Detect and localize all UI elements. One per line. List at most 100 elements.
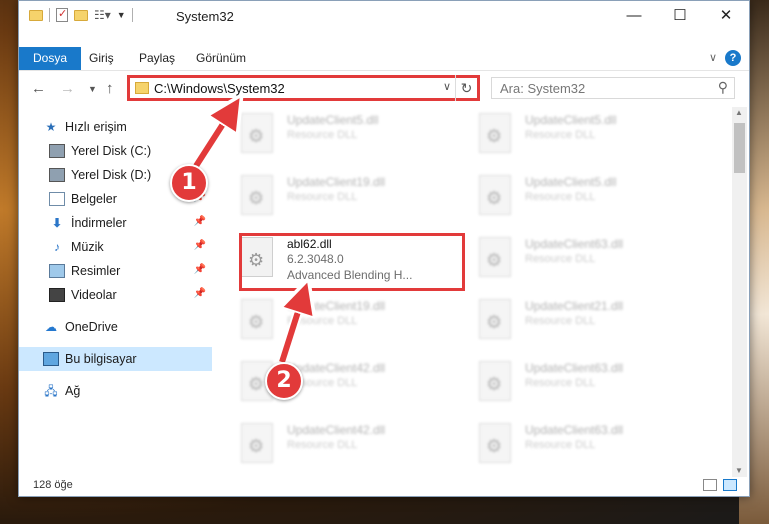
address-history-chevron-icon[interactable]: ∨ xyxy=(443,80,451,93)
sidebar-item-pictures[interactable]: Resimler 📌 xyxy=(19,259,212,283)
dll-file-icon xyxy=(479,237,511,277)
sidebar-item-label: OneDrive xyxy=(65,320,118,334)
file-name: UpdateClient5.dll xyxy=(525,113,617,127)
file-description: Resource DLL xyxy=(525,315,596,327)
tab-file[interactable]: Dosya xyxy=(19,47,82,70)
folder-icon xyxy=(29,9,43,21)
file-item[interactable]: UpdateClient42.dll Resource DLL xyxy=(219,417,419,467)
vertical-scrollbar[interactable]: ▲ ▼ xyxy=(732,107,747,477)
dll-file-icon xyxy=(479,361,511,401)
ribbon-tabs: Dosya Giriş Paylaş Görünüm ∨ ? xyxy=(19,47,749,70)
sidebar-item-label: Resimler xyxy=(71,264,121,278)
folder-icon xyxy=(135,82,149,94)
file-item[interactable]: UpdateClient5.dll Resource DLL xyxy=(457,107,657,167)
file-explorer-window: ☷▾ ▼ System32 — ☐ ✕ Dosya Giriş Paylaş G… xyxy=(18,0,750,497)
view-options-icon[interactable]: ☷▾ xyxy=(94,8,111,22)
item-count: 128 öğe xyxy=(33,479,73,491)
file-name: UpdateClient63.dll xyxy=(525,423,624,437)
file-item[interactable]: UpdateClient19.dll Resource DLL xyxy=(219,293,419,353)
sidebar-item-label: Bu bilgisayar xyxy=(65,352,137,366)
dll-file-icon xyxy=(241,299,273,339)
drive-icon xyxy=(49,144,65,158)
file-item[interactable]: UpdateClient21.dll Resource DLL xyxy=(457,293,657,353)
search-input[interactable]: Ara: System32 ⚲ xyxy=(491,77,735,99)
quick-access-toolbar: ☷▾ ▼ xyxy=(29,7,133,22)
properties-icon[interactable] xyxy=(56,7,68,22)
file-name: UpdateClient21.dll xyxy=(525,299,624,313)
forward-arrow-icon[interactable]: → xyxy=(60,80,75,97)
large-icons-view-icon[interactable] xyxy=(723,479,737,491)
file-name: UpdateClient63.dll xyxy=(525,237,624,251)
network-icon: 🖧 xyxy=(44,384,58,398)
sidebar-item-label: İndirmeler xyxy=(71,216,127,230)
file-description: Resource DLL xyxy=(287,315,358,327)
dll-file-icon xyxy=(241,175,273,215)
file-description: Resource DLL xyxy=(287,439,358,451)
callout-badge-2: 2 xyxy=(265,362,303,400)
sidebar-item-videos[interactable]: Videolar 📌 xyxy=(19,283,212,307)
file-name: UpdateClient5.dll xyxy=(525,175,617,189)
file-name: UpdateClient19.dll xyxy=(287,175,386,189)
search-icon: ⚲ xyxy=(717,79,728,95)
pictures-icon xyxy=(49,264,65,278)
file-description: Resource DLL xyxy=(525,253,596,265)
ribbon-divider xyxy=(19,70,749,71)
details-view-icon[interactable] xyxy=(703,479,717,491)
pin-icon[interactable]: 📌 xyxy=(194,216,206,227)
file-item[interactable]: UpdateClient63.dll Resource DLL xyxy=(457,355,657,415)
customize-toolbar-chevron-icon[interactable]: ▼ xyxy=(117,10,126,20)
dll-file-icon xyxy=(241,113,273,153)
sidebar-item-downloads[interactable]: ⬇ İndirmeler 📌 xyxy=(19,211,212,235)
sidebar-item-network[interactable]: 🖧 Ağ xyxy=(19,379,212,403)
this-pc-icon xyxy=(43,352,59,366)
file-item[interactable]: UpdateClient5.dll Resource DLL xyxy=(219,107,419,167)
file-description: Resource DLL xyxy=(287,129,358,141)
file-description: Resource DLL xyxy=(287,191,358,203)
recent-locations-chevron-icon[interactable]: ▼ xyxy=(88,84,97,94)
refresh-icon[interactable]: ↻ xyxy=(455,75,477,101)
tab-share[interactable]: Paylaş xyxy=(139,47,175,70)
pin-icon[interactable]: 📌 xyxy=(194,240,206,251)
scroll-down-icon[interactable]: ▼ xyxy=(735,466,743,475)
up-arrow-icon[interactable]: ↑ xyxy=(106,80,114,97)
tab-view[interactable]: Görünüm xyxy=(196,47,246,70)
expand-ribbon-chevron-icon[interactable]: ∨ xyxy=(709,51,717,64)
pin-icon[interactable]: 📌 xyxy=(194,288,206,299)
star-icon: ★ xyxy=(45,120,57,134)
dll-file-icon xyxy=(479,299,511,339)
file-highlight-box xyxy=(239,233,465,291)
address-path[interactable]: C:\Windows\System32 xyxy=(154,81,285,96)
search-placeholder: Ara: System32 xyxy=(500,81,586,96)
status-bar: 128 öğe xyxy=(19,476,749,497)
file-item[interactable]: UpdateClient63.dll Resource DLL xyxy=(457,231,657,291)
scroll-up-icon[interactable]: ▲ xyxy=(735,108,743,117)
file-description: Resource DLL xyxy=(525,439,596,451)
sidebar-item-onedrive[interactable]: ☁ OneDrive xyxy=(19,315,212,339)
sidebar-item-music[interactable]: ♪ Müzik 📌 xyxy=(19,235,212,259)
tab-home[interactable]: Giriş xyxy=(89,47,114,70)
sidebar-item-quick-access[interactable]: ★ Hızlı erişim xyxy=(19,115,212,139)
sidebar-item-label: Hızlı erişim xyxy=(65,120,127,134)
sidebar-item-label: Belgeler xyxy=(71,192,117,206)
file-description: Resource DLL xyxy=(525,129,596,141)
scrollbar-thumb[interactable] xyxy=(734,123,745,173)
file-item[interactable]: UpdateClient42.dll Resource DLL xyxy=(219,355,419,415)
title-bar: ☷▾ ▼ System32 — ☐ ✕ xyxy=(19,1,749,31)
sidebar-item-local-disk-c[interactable]: Yerel Disk (C:) xyxy=(19,139,212,163)
minimize-button[interactable]: — xyxy=(611,1,657,31)
documents-icon xyxy=(49,192,65,206)
help-icon[interactable]: ? xyxy=(725,50,741,66)
pin-icon[interactable]: 📌 xyxy=(194,264,206,275)
dll-file-icon xyxy=(241,423,273,463)
maximize-button[interactable]: ☐ xyxy=(657,1,703,31)
sidebar-item-this-pc[interactable]: Bu bilgisayar xyxy=(19,347,212,371)
file-item[interactable]: UpdateClient63.dll Resource DLL xyxy=(457,417,657,467)
file-item[interactable]: UpdateClient5.dll Resource DLL xyxy=(457,169,657,229)
new-folder-icon[interactable] xyxy=(74,9,88,21)
file-name: UpdateClient42.dll xyxy=(287,361,386,375)
window-title: System32 xyxy=(176,9,234,24)
close-button[interactable]: ✕ xyxy=(703,1,749,31)
address-bar[interactable]: C:\Windows\System32 ∨ ↻ xyxy=(127,75,480,101)
file-item[interactable]: UpdateClient19.dll Resource DLL xyxy=(219,169,419,229)
back-arrow-icon[interactable]: ← xyxy=(31,80,46,97)
